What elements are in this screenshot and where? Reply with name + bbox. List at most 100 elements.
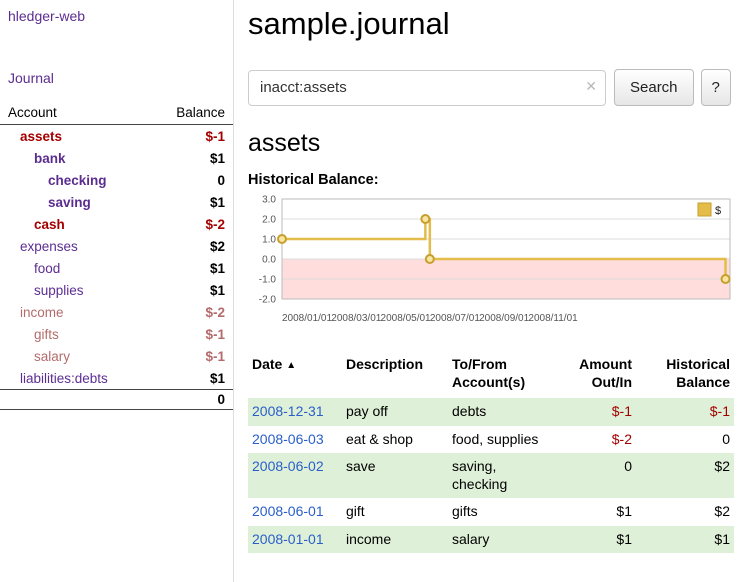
register-table: Date ▲ Description To/From Account(s) Am… — [248, 354, 734, 553]
legend-swatch — [698, 203, 711, 216]
amount-cell: $1 — [548, 498, 636, 526]
balance-cell: $-1 — [149, 323, 233, 345]
amount-cell: $-1 — [548, 398, 636, 426]
account-link-checking[interactable]: checking — [48, 173, 107, 188]
account-row: expenses $2 — [0, 235, 233, 257]
svg-text:2008/09/01: 2008/09/01 — [479, 313, 529, 324]
date-link[interactable]: 2008-06-02 — [252, 458, 324, 474]
sort-by-date-link[interactable]: Date ▲ — [252, 356, 296, 372]
account-row: assets $-1 — [0, 125, 233, 148]
svg-text:2008/05/01: 2008/05/01 — [381, 313, 431, 324]
amount-cell: 0 — [548, 453, 636, 498]
date-link[interactable]: 2008-12-31 — [252, 403, 324, 419]
page-title: sample.journal — [248, 6, 734, 42]
svg-text:2008/11/01: 2008/11/01 — [528, 313, 578, 324]
account-link-cash[interactable]: cash — [34, 217, 65, 232]
balance-cell: 0 — [149, 169, 233, 191]
account-row: bank $1 — [0, 147, 233, 169]
account-row: gifts $-1 — [0, 323, 233, 345]
balance-cell: $2 — [149, 235, 233, 257]
accounts-cell: gifts — [448, 498, 548, 526]
account-row: salary $-1 — [0, 345, 233, 367]
account-row: saving $1 — [0, 191, 233, 213]
svg-text:2008/03/01: 2008/03/01 — [331, 313, 381, 324]
account-link-gifts[interactable]: gifts — [34, 327, 59, 342]
balance-cell: $1 — [149, 191, 233, 213]
account-link-expenses[interactable]: expenses — [20, 239, 78, 254]
account-link-bank[interactable]: bank — [34, 151, 66, 166]
clear-search-icon[interactable]: ✕ — [585, 79, 597, 93]
accounts-column-header: To/From Account(s) — [448, 354, 548, 398]
balance-cell: $-2 — [149, 301, 233, 323]
description-cell: pay off — [342, 398, 448, 426]
svg-text:-2.0: -2.0 — [259, 295, 277, 306]
account-row: food $1 — [0, 257, 233, 279]
legend-label: $ — [715, 205, 721, 217]
account-row: checking 0 — [0, 169, 233, 191]
sidebar: hledger-web Journal Account Balance asse… — [0, 0, 234, 582]
date-column-header: Date — [252, 356, 282, 372]
account-link-assets[interactable]: assets — [20, 129, 62, 144]
account-link-supplies[interactable]: supplies — [34, 283, 84, 298]
account-link-liabilities-debts[interactable]: liabilities:debts — [20, 371, 108, 386]
description-column-header: Description — [342, 354, 448, 398]
balance-cell: $2 — [636, 453, 734, 498]
account-row: cash $-2 — [0, 213, 233, 235]
total-row: 0 — [0, 390, 233, 410]
journal-nav: Journal — [0, 70, 233, 86]
main-content: sample.journal ✕ Search ? assets Histori… — [234, 0, 742, 582]
svg-text:2.0: 2.0 — [262, 215, 276, 226]
help-button[interactable]: ? — [701, 69, 731, 106]
account-table-header: Account Balance — [0, 102, 233, 125]
app-title: hledger-web — [0, 8, 233, 24]
balance-chart-svg: 3.02.01.00.0-1.0-2.02008/01/012008/03/01… — [248, 193, 734, 327]
balance-cell: $-2 — [149, 213, 233, 235]
register-row: 2008-06-02 save saving, checking 0 $2 — [248, 453, 734, 498]
account-row: supplies $1 — [0, 279, 233, 301]
total-balance: 0 — [149, 390, 233, 410]
account-link-salary[interactable]: salary — [34, 349, 70, 364]
amount-cell: $1 — [548, 526, 636, 554]
balance-cell: $2 — [636, 498, 734, 526]
balance-cell: $-1 — [636, 398, 734, 426]
search-input[interactable] — [248, 70, 606, 106]
balance-column-header: Historical Balance — [636, 354, 734, 398]
svg-text:-1.0: -1.0 — [259, 275, 277, 286]
amount-column-header: Amount Out/In — [548, 354, 636, 398]
register-row: 2008-06-03 eat & shop food, supplies $-2… — [248, 426, 734, 454]
historical-balance-chart: 3.02.01.00.0-1.0-2.02008/01/012008/03/01… — [248, 193, 734, 332]
balance-cell: $1 — [149, 147, 233, 169]
account-link-income[interactable]: income — [20, 305, 64, 320]
register-row: 2008-01-01 income salary $1 $1 — [248, 526, 734, 554]
account-link-food[interactable]: food — [34, 261, 60, 276]
accounts-cell: food, supplies — [448, 426, 548, 454]
svg-text:1.0: 1.0 — [262, 235, 276, 246]
account-column-header: Account — [0, 102, 149, 125]
svg-text:2008/01/01: 2008/01/01 — [282, 313, 332, 324]
account-link-saving[interactable]: saving — [48, 195, 91, 210]
balance-column-header: Balance — [149, 102, 233, 125]
account-heading: assets — [248, 129, 734, 158]
date-link[interactable]: 2008-06-01 — [252, 503, 324, 519]
search-form: ✕ Search ? — [248, 69, 734, 106]
balance-cell: $-1 — [149, 345, 233, 367]
sort-asc-icon: ▲ — [286, 360, 296, 371]
amount-cell: $-2 — [548, 426, 636, 454]
account-row: liabilities:debts $1 — [0, 367, 233, 390]
app-title-link[interactable]: hledger-web — [8, 8, 85, 24]
description-cell: eat & shop — [342, 426, 448, 454]
register-row: 2008-12-31 pay off debts $-1 $-1 — [248, 398, 734, 426]
balance-cell: $-1 — [149, 125, 233, 148]
account-balance-table: Account Balance assets $-1 bank $1 check… — [0, 102, 233, 410]
chart-title: Historical Balance: — [248, 172, 734, 188]
balance-cell: $1 — [636, 526, 734, 554]
balance-cell: $1 — [149, 367, 233, 390]
register-header-row: Date ▲ Description To/From Account(s) Am… — [248, 354, 734, 398]
app-window: hledger-web Journal Account Balance asse… — [0, 0, 742, 582]
search-button[interactable]: Search — [614, 69, 694, 106]
balance-cell: $1 — [149, 279, 233, 301]
accounts-cell: salary — [448, 526, 548, 554]
date-link[interactable]: 2008-06-03 — [252, 431, 324, 447]
journal-link[interactable]: Journal — [8, 70, 54, 86]
date-link[interactable]: 2008-01-01 — [252, 531, 324, 547]
